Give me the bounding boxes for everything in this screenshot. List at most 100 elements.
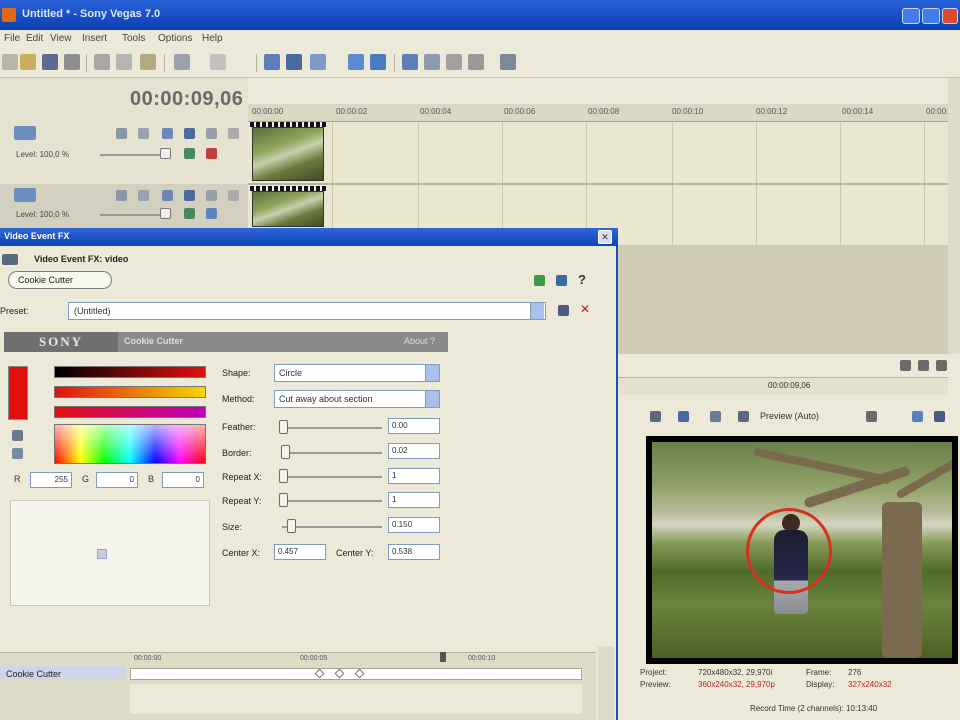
preview-quality-dropdown[interactable]: Preview (Auto): [760, 411, 819, 421]
cut-icon[interactable]: [94, 54, 110, 70]
copy-icon[interactable]: [116, 54, 132, 70]
color-slider-2[interactable]: [54, 406, 206, 418]
menu-help[interactable]: Help: [202, 33, 223, 44]
ignore-grouping-icon[interactable]: [500, 54, 516, 70]
shape-dropdown[interactable]: Circle: [274, 364, 440, 382]
center-x-value[interactable]: 0.457: [274, 544, 326, 560]
method-dropdown[interactable]: Cut away about section: [274, 390, 440, 408]
fx-timeline-scrollbar[interactable]: [130, 684, 582, 714]
menu-tools[interactable]: Tools: [122, 33, 145, 44]
border-value[interactable]: 0.02: [388, 443, 440, 459]
menu-view[interactable]: View: [50, 33, 72, 44]
size-value[interactable]: 0.150: [388, 517, 440, 533]
center-y-value[interactable]: 0.538: [388, 544, 440, 560]
device-preview-icon[interactable]: [678, 411, 689, 422]
center-handle[interactable]: [97, 549, 107, 559]
solo-icon[interactable]: [206, 190, 217, 201]
fx-chain-icon[interactable]: [2, 254, 18, 265]
properties-icon[interactable]: [64, 54, 80, 70]
fx-icon[interactable]: [710, 411, 721, 422]
menu-edit[interactable]: Edit: [26, 33, 43, 44]
about-button[interactable]: About ?: [404, 336, 435, 346]
size-slider-thumb[interactable]: [287, 519, 296, 533]
repeat-y-slider-thumb[interactable]: [279, 493, 288, 507]
color-swatch[interactable]: [8, 366, 28, 420]
compositing-icon[interactable]: [162, 190, 173, 201]
mute-icon[interactable]: [184, 128, 195, 139]
bypass-icon[interactable]: [184, 208, 195, 219]
maximize-button[interactable]: [922, 8, 940, 24]
overlays-icon[interactable]: [866, 411, 877, 422]
feather-value[interactable]: 0.00: [388, 418, 440, 434]
copy-snapshot-icon[interactable]: [912, 411, 923, 422]
track-motion-icon[interactable]: [116, 190, 127, 201]
repeat-x-slider-thumb[interactable]: [279, 469, 288, 483]
repeat-y-value[interactable]: 1: [388, 492, 440, 508]
preset-dropdown[interactable]: [68, 302, 546, 320]
lock-envelopes-icon[interactable]: [468, 54, 484, 70]
zoom-icon[interactable]: [900, 360, 911, 371]
empty-track-area[interactable]: [618, 245, 948, 354]
record-arm-icon[interactable]: [206, 208, 217, 219]
fx-titlebar[interactable]: [0, 228, 618, 246]
open-folder-icon[interactable]: [20, 54, 36, 70]
zoom-out-icon[interactable]: [918, 360, 929, 371]
chevron-down-icon[interactable]: [530, 303, 544, 319]
paste-icon[interactable]: [140, 54, 156, 70]
repeat-y-slider[interactable]: [282, 500, 382, 502]
undo-icon[interactable]: [174, 54, 190, 70]
blue-field[interactable]: 0: [162, 472, 204, 488]
envelope-tool-icon[interactable]: [348, 54, 364, 70]
border-slider[interactable]: [282, 452, 382, 454]
feather-slider-thumb[interactable]: [279, 420, 288, 434]
menu-file[interactable]: File: [4, 33, 20, 44]
compositing-icon[interactable]: [162, 128, 173, 139]
track-motion-icon[interactable]: [116, 128, 127, 139]
level-slider-thumb[interactable]: [160, 208, 171, 219]
track-menu-icon[interactable]: [228, 128, 239, 139]
menu-options[interactable]: Options: [158, 33, 192, 44]
feather-slider[interactable]: [282, 427, 382, 429]
delete-preset-icon[interactable]: ✕: [580, 302, 590, 316]
color-slider-alpha[interactable]: [54, 366, 206, 378]
fx-close-button[interactable]: ✕: [598, 230, 612, 244]
solo-icon[interactable]: [206, 128, 217, 139]
color-slider-1[interactable]: [54, 386, 206, 398]
save-snapshot-icon[interactable]: [934, 411, 945, 422]
red-field[interactable]: 255: [30, 472, 72, 488]
border-slider-thumb[interactable]: [281, 445, 290, 459]
minimize-button[interactable]: [902, 8, 920, 24]
eyedropper-icon[interactable]: [12, 448, 23, 459]
auto-crossfade-icon[interactable]: [424, 54, 440, 70]
level-slider[interactable]: [100, 214, 160, 216]
render-icon[interactable]: [264, 54, 280, 70]
track-fx-icon[interactable]: [138, 190, 149, 201]
fx-ruler[interactable]: [130, 654, 596, 666]
track-menu-icon[interactable]: [228, 190, 239, 201]
chevron-down-icon[interactable]: [425, 391, 439, 407]
normal-edit-tool-icon[interactable]: [310, 54, 326, 70]
add-plugin-icon[interactable]: [534, 275, 545, 286]
level-slider-thumb[interactable]: [160, 148, 171, 159]
record-arm-icon[interactable]: [206, 148, 217, 159]
color-picker-icon[interactable]: [12, 430, 23, 441]
save-icon[interactable]: [42, 54, 58, 70]
color-spectrum[interactable]: [54, 424, 206, 464]
redo-icon[interactable]: [210, 54, 226, 70]
mute-icon[interactable]: [184, 190, 195, 201]
repeat-x-value[interactable]: 1: [388, 468, 440, 484]
repeat-x-slider[interactable]: [282, 476, 382, 478]
new-file-icon[interactable]: [2, 54, 18, 70]
help-icon[interactable]: ?: [578, 272, 586, 287]
mask-preview[interactable]: [10, 500, 210, 606]
size-slider[interactable]: [282, 526, 382, 528]
snap-icon[interactable]: [402, 54, 418, 70]
split-screen-icon[interactable]: [738, 411, 749, 422]
menu-insert[interactable]: Insert: [82, 33, 107, 44]
video-clip[interactable]: [250, 122, 326, 182]
close-button[interactable]: [942, 8, 958, 24]
track-fx-icon[interactable]: [138, 128, 149, 139]
scroll-end-icon[interactable]: [936, 360, 947, 371]
video-clip[interactable]: [250, 186, 326, 227]
timeline-scrollbar[interactable]: [948, 78, 960, 358]
